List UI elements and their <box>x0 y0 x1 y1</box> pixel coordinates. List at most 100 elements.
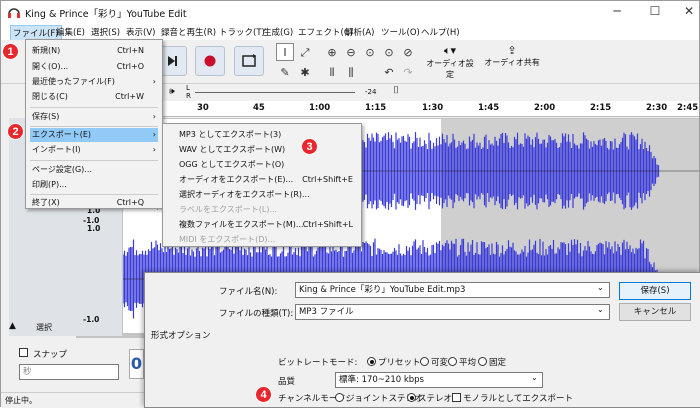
filetype-select[interactable]: MP3 ファイル <box>295 304 610 320</box>
headphones-icon <box>8 8 20 18</box>
menu-bar: ファイル(F) 編集(E) 選択(S) 表示(V) 録音と再生(R) トラック(… <box>1 23 699 41</box>
menu-item-open[interactable]: 開く(O)... Ctrl+O <box>30 60 158 74</box>
export-wav-item[interactable]: WAV としてエクスポート(W) <box>179 143 359 157</box>
menu-item-save[interactable]: 保存(S) › <box>30 110 158 124</box>
menu-transport[interactable]: 録音と再生(R) <box>159 25 218 39</box>
menu-item-label: 終了(X) <box>32 198 60 207</box>
bitrate-preset-radio[interactable]: プリセット <box>367 356 421 368</box>
title-bar: King & Prince「彩り」YouTube Edit ─ ☐ ✕ <box>1 1 699 23</box>
chevron-down-icon[interactable]: ⌄ <box>597 305 604 314</box>
mono-export-checkbox[interactable]: モノラルとしてエクスポート <box>452 392 573 404</box>
record-button[interactable] <box>195 46 225 76</box>
stereo-radio[interactable]: ステレオ <box>407 392 452 404</box>
select-track-button[interactable]: 選択 <box>36 322 52 333</box>
close-button[interactable]: ✕ <box>681 4 697 18</box>
menu-tools[interactable]: ツール(O) <box>379 25 422 39</box>
audio-setup-button[interactable]: 🔈︎▾ オーディオ設定 <box>425 44 475 80</box>
menu-edit[interactable]: 編集(E) <box>54 25 87 39</box>
selection-tool[interactable]: I <box>276 43 294 61</box>
undo-button[interactable]: ↶ <box>380 63 398 81</box>
snap-panel: スナップ 秒 <box>9 344 127 390</box>
chevron-down-icon[interactable]: ⌄ <box>531 373 538 382</box>
export-audio-item[interactable]: オーディオをエクスポート(E)... Ctrl+Shift+E <box>179 173 359 187</box>
playback-meter[interactable] <box>195 92 355 93</box>
share-audio-label: オーディオ共有 <box>484 58 540 67</box>
export-selection-item[interactable]: 選択オーディオをエクスポート(R)... <box>179 188 359 202</box>
menu-item-label: オーディオをエクスポート(E)... <box>179 175 294 184</box>
menu-item-shortcut: Ctrl+W <box>115 92 144 101</box>
zoom-in-button[interactable]: ⊕ <box>323 43 341 61</box>
filename-input[interactable]: King & Prince「彩り」YouTube Edit.mp3 <box>295 282 610 298</box>
share-audio-button[interactable]: ⇪ オーディオ共有 <box>484 44 540 80</box>
export-mp3-item[interactable]: MP3 としてエクスポート(3) <box>179 128 359 142</box>
menu-item-recent[interactable]: 最近使ったファイル(F) › <box>30 75 158 89</box>
menu-help[interactable]: ヘルプ(H) <box>419 25 462 39</box>
radio-label: ステレオ <box>418 394 453 404</box>
zoom-in-icon: ⊕ <box>327 46 337 59</box>
meter-value: -24 <box>365 88 377 96</box>
timeline-ruler[interactable]: 30 45 1:00 1:15 1:30 1:45 2:00 2:15 2:30 2:45 <box>161 101 699 117</box>
export-labels-item: ラベルをエクスポート(L)... <box>179 203 359 217</box>
menu-item-shortcut: Ctrl+O <box>116 62 144 71</box>
menu-item-print[interactable]: 印刷(P)... <box>30 178 158 192</box>
bitrate-constant-radio[interactable]: 固定 <box>478 356 506 368</box>
loop-icon <box>242 54 256 67</box>
trim-button[interactable]: ⫴ <box>323 63 341 81</box>
quality-select[interactable]: 標準: 170~210 kbps <box>335 372 543 388</box>
menu-analyze[interactable]: 解析(A) <box>343 25 376 39</box>
loop-button[interactable] <box>234 46 264 76</box>
asterisk-icon: ✱ <box>300 66 310 79</box>
menu-item-page-setup[interactable]: ページ設定(G)... <box>30 163 158 177</box>
silence-button[interactable]: ⫼ <box>342 63 360 81</box>
cancel-button[interactable]: キャンセル <box>619 303 691 321</box>
envelope-tool[interactable]: ⤢ <box>296 43 314 61</box>
quality-label: 品質 <box>278 377 296 387</box>
menu-item-exit[interactable]: 終了(X) Ctrl+Q <box>30 196 158 210</box>
step-badge: 4 <box>255 386 272 403</box>
meter-right-label: R <box>186 92 191 100</box>
export-ogg-item[interactable]: OGG としてエクスポート(O) <box>179 158 359 172</box>
redo-button[interactable]: ↷ <box>399 63 417 81</box>
snap-unit-select[interactable]: 秒 <box>19 364 119 380</box>
minimize-button[interactable]: ─ <box>609 4 625 18</box>
envelope-icon: ⤢ <box>300 46 310 59</box>
collapse-icon[interactable]: ▲ <box>9 321 16 331</box>
i-beam-icon: I <box>283 46 287 59</box>
chevron-down-icon[interactable]: ⌄ <box>597 283 604 292</box>
multi-tool[interactable]: ✱ <box>296 63 314 81</box>
menu-generate[interactable]: 生成(G) <box>261 25 295 39</box>
undo-icon: ↶ <box>384 66 394 79</box>
menu-item-import[interactable]: インポート(I) › <box>30 143 158 157</box>
menu-item-shortcut: Ctrl+Shift+E <box>302 175 353 184</box>
menu-select[interactable]: 選択(S) <box>89 25 122 39</box>
filename-label: ファイル名(N): <box>219 287 278 297</box>
fit-project-button[interactable]: ⊙ <box>380 43 398 61</box>
zoom-toggle-button[interactable]: ⊘ <box>399 43 417 61</box>
menu-item-label: MP3 としてエクスポート(3) <box>179 130 282 139</box>
menu-view[interactable]: 表示(V) <box>124 25 157 39</box>
format-options-heading: 形式オプション <box>151 331 211 341</box>
fit-selection-button[interactable]: ⊙ <box>361 43 379 61</box>
menu-item-close[interactable]: 閉じる(C) Ctrl+W <box>30 90 158 104</box>
menu-tracks[interactable]: トラック(T) <box>217 25 267 39</box>
draw-tool[interactable]: ✎ <box>276 63 294 81</box>
menu-item-new[interactable]: 新規(N) Ctrl+N <box>30 44 158 58</box>
menu-item-label: ラベルをエクスポート(L)... <box>179 205 278 214</box>
radio-label: 平均 <box>459 358 477 368</box>
bitrate-average-radio[interactable]: 平均 <box>448 356 476 368</box>
step-badge: 2 <box>7 123 24 140</box>
snap-label: スナップ <box>33 350 68 360</box>
bitrate-variable-radio[interactable]: 可変 <box>420 356 448 368</box>
zoom-out-button[interactable]: ⊖ <box>342 43 360 61</box>
maximize-button[interactable]: ☐ <box>647 4 663 18</box>
save-button[interactable]: 保存(S) <box>619 282 691 300</box>
menu-item-export[interactable]: エクスポート(E) › <box>30 128 158 142</box>
ruler-tick-label: 2:15 <box>590 103 612 113</box>
menu-item-label: OGG としてエクスポート(O) <box>179 160 285 169</box>
menu-item-label: MIDI をエクスポート(D)... <box>179 235 276 244</box>
export-multiple-item[interactable]: 複数ファイルをエクスポート(M)... Ctrl+Shift+L <box>179 218 359 232</box>
snap-checkbox[interactable] <box>19 348 30 359</box>
export-dialog: ファイル名(N): King & Prince「彩り」YouTube Edit.… <box>144 272 700 408</box>
meter-grip-icon[interactable]: ⌷ <box>393 85 399 96</box>
scale-label: -1.0 <box>83 315 100 324</box>
